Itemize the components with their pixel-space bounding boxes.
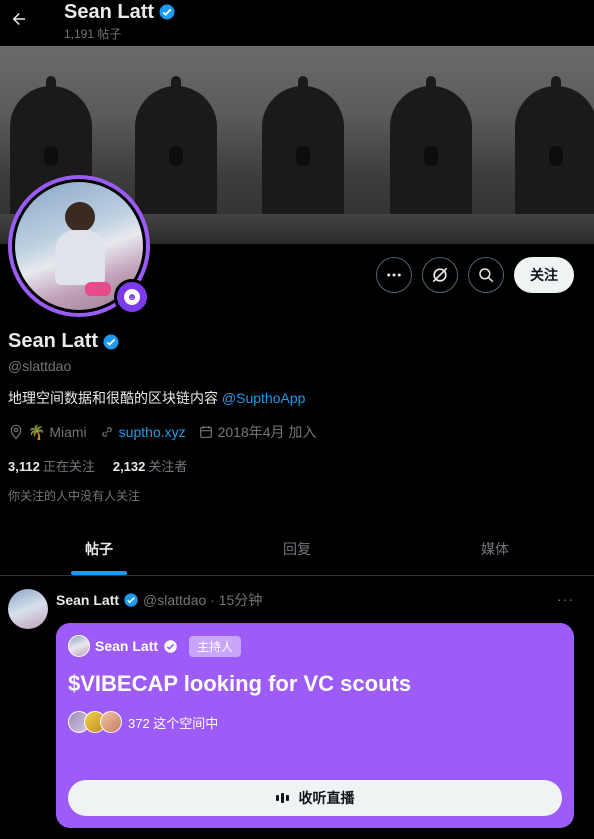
post-meta: @slattdao · 15分钟 (143, 592, 263, 608)
following-count: 3,112 (8, 459, 40, 474)
tab-posts[interactable]: 帖子 (0, 522, 198, 575)
tab-replies[interactable]: 回复 (198, 522, 396, 575)
profile-actions: 关注 (376, 257, 574, 293)
header-title: Sean Latt (64, 0, 176, 24)
profile-handle: @slattdao (8, 358, 72, 374)
audio-bars-icon (275, 793, 289, 803)
verified-badge-icon (124, 593, 138, 607)
listen-live-button[interactable]: 收听直播 (68, 780, 562, 816)
more-options-icon[interactable] (376, 257, 412, 293)
verified-badge-icon (159, 4, 175, 20)
verified-badge-icon (164, 639, 177, 653)
space-badge-dot: ☻ (124, 289, 140, 305)
listen-live-label: 收听直播 (298, 790, 355, 806)
following-label: 正在关注 (42, 459, 95, 474)
tab-media[interactable]: 媒体 (396, 522, 594, 575)
listener-avatar (100, 711, 122, 733)
header-name: Sean Latt (64, 1, 155, 23)
followed-by-note: 你关注的人中没有人关注 (8, 489, 141, 503)
follow-button[interactable]: 关注 (514, 257, 574, 293)
banner-lamp (169, 146, 183, 166)
link-icon (101, 427, 112, 437)
profile-tabs: 帖子 回复 媒体 (0, 522, 594, 576)
profile-meta: 🌴 Miami suptho.xyz 2018年4月 加入 (8, 422, 322, 442)
space-card[interactable]: Sean Latt 主持人 $VIBECAP looking for VC sc… (56, 623, 574, 828)
followers-count: 2,132 (112, 459, 146, 474)
post-item[interactable]: Sean Latt @slattdao · 15分钟 ··· Sean Latt… (0, 577, 594, 839)
bio-text: 地理空间数据和很酷的区块链内容 (8, 390, 222, 406)
website-link[interactable]: suptho.xyz (119, 424, 186, 440)
post-author-name[interactable]: Sean Latt (56, 592, 119, 608)
banner-lamp (549, 146, 563, 166)
verified-badge-icon (103, 334, 119, 349)
join-date-text: 2018年4月 加入 (217, 424, 317, 440)
website: suptho.xyz (99, 424, 186, 440)
avatar-person-body (55, 230, 105, 285)
space-host: Sean Latt 主持人 (68, 635, 242, 657)
avatar-person-shoe (85, 282, 111, 296)
grok-icon[interactable] (422, 257, 458, 293)
location: 🌴 Miami (8, 424, 87, 441)
banner-lamp (424, 146, 438, 166)
host-name: Sean Latt (95, 638, 159, 654)
space-listeners: 372 这个空间中 (68, 711, 218, 733)
posts-count: 1,191 帖子 (64, 27, 122, 41)
display-name-text: Sean Latt (8, 330, 99, 352)
banner-lamp (296, 146, 310, 166)
listener-count: 372 这个空间中 (128, 715, 219, 731)
space-title: $VIBECAP looking for VC scouts (68, 671, 412, 696)
top-bar: Sean Latt 1,191 帖子 (0, 0, 594, 46)
following-stat[interactable]: 3,112 正在关注 (8, 456, 95, 475)
profile-bio: 地理空间数据和很酷的区块链内容 @SupthoApp (8, 388, 305, 408)
calendar-icon (199, 426, 212, 438)
followers-label: 关注者 (148, 459, 188, 474)
host-avatar (68, 635, 90, 657)
listener-avatars (68, 711, 122, 733)
host-tag: 主持人 (189, 635, 242, 657)
follow-stats: 3,112 正在关注 2,132 关注者 (8, 456, 187, 475)
space-live-badge-icon[interactable]: ☻ (114, 279, 150, 315)
location-pin-icon (10, 424, 22, 440)
post-header: Sean Latt @slattdao · 15分钟 (56, 590, 262, 610)
post-more-icon[interactable]: ··· (557, 591, 574, 607)
post-author-avatar[interactable] (8, 589, 48, 629)
banner-lamp (44, 146, 58, 166)
back-arrow-icon[interactable] (6, 4, 32, 34)
bio-mention-link[interactable]: @SupthoApp (222, 390, 306, 406)
profile-display-name: Sean Latt (8, 330, 120, 353)
followers-stat[interactable]: 2,132 关注者 (113, 456, 188, 475)
avatar-person-head (65, 202, 95, 232)
search-icon[interactable] (468, 257, 504, 293)
join-date: 2018年4月 加入 (198, 422, 317, 442)
location-text: 🌴 Miami (28, 423, 87, 440)
